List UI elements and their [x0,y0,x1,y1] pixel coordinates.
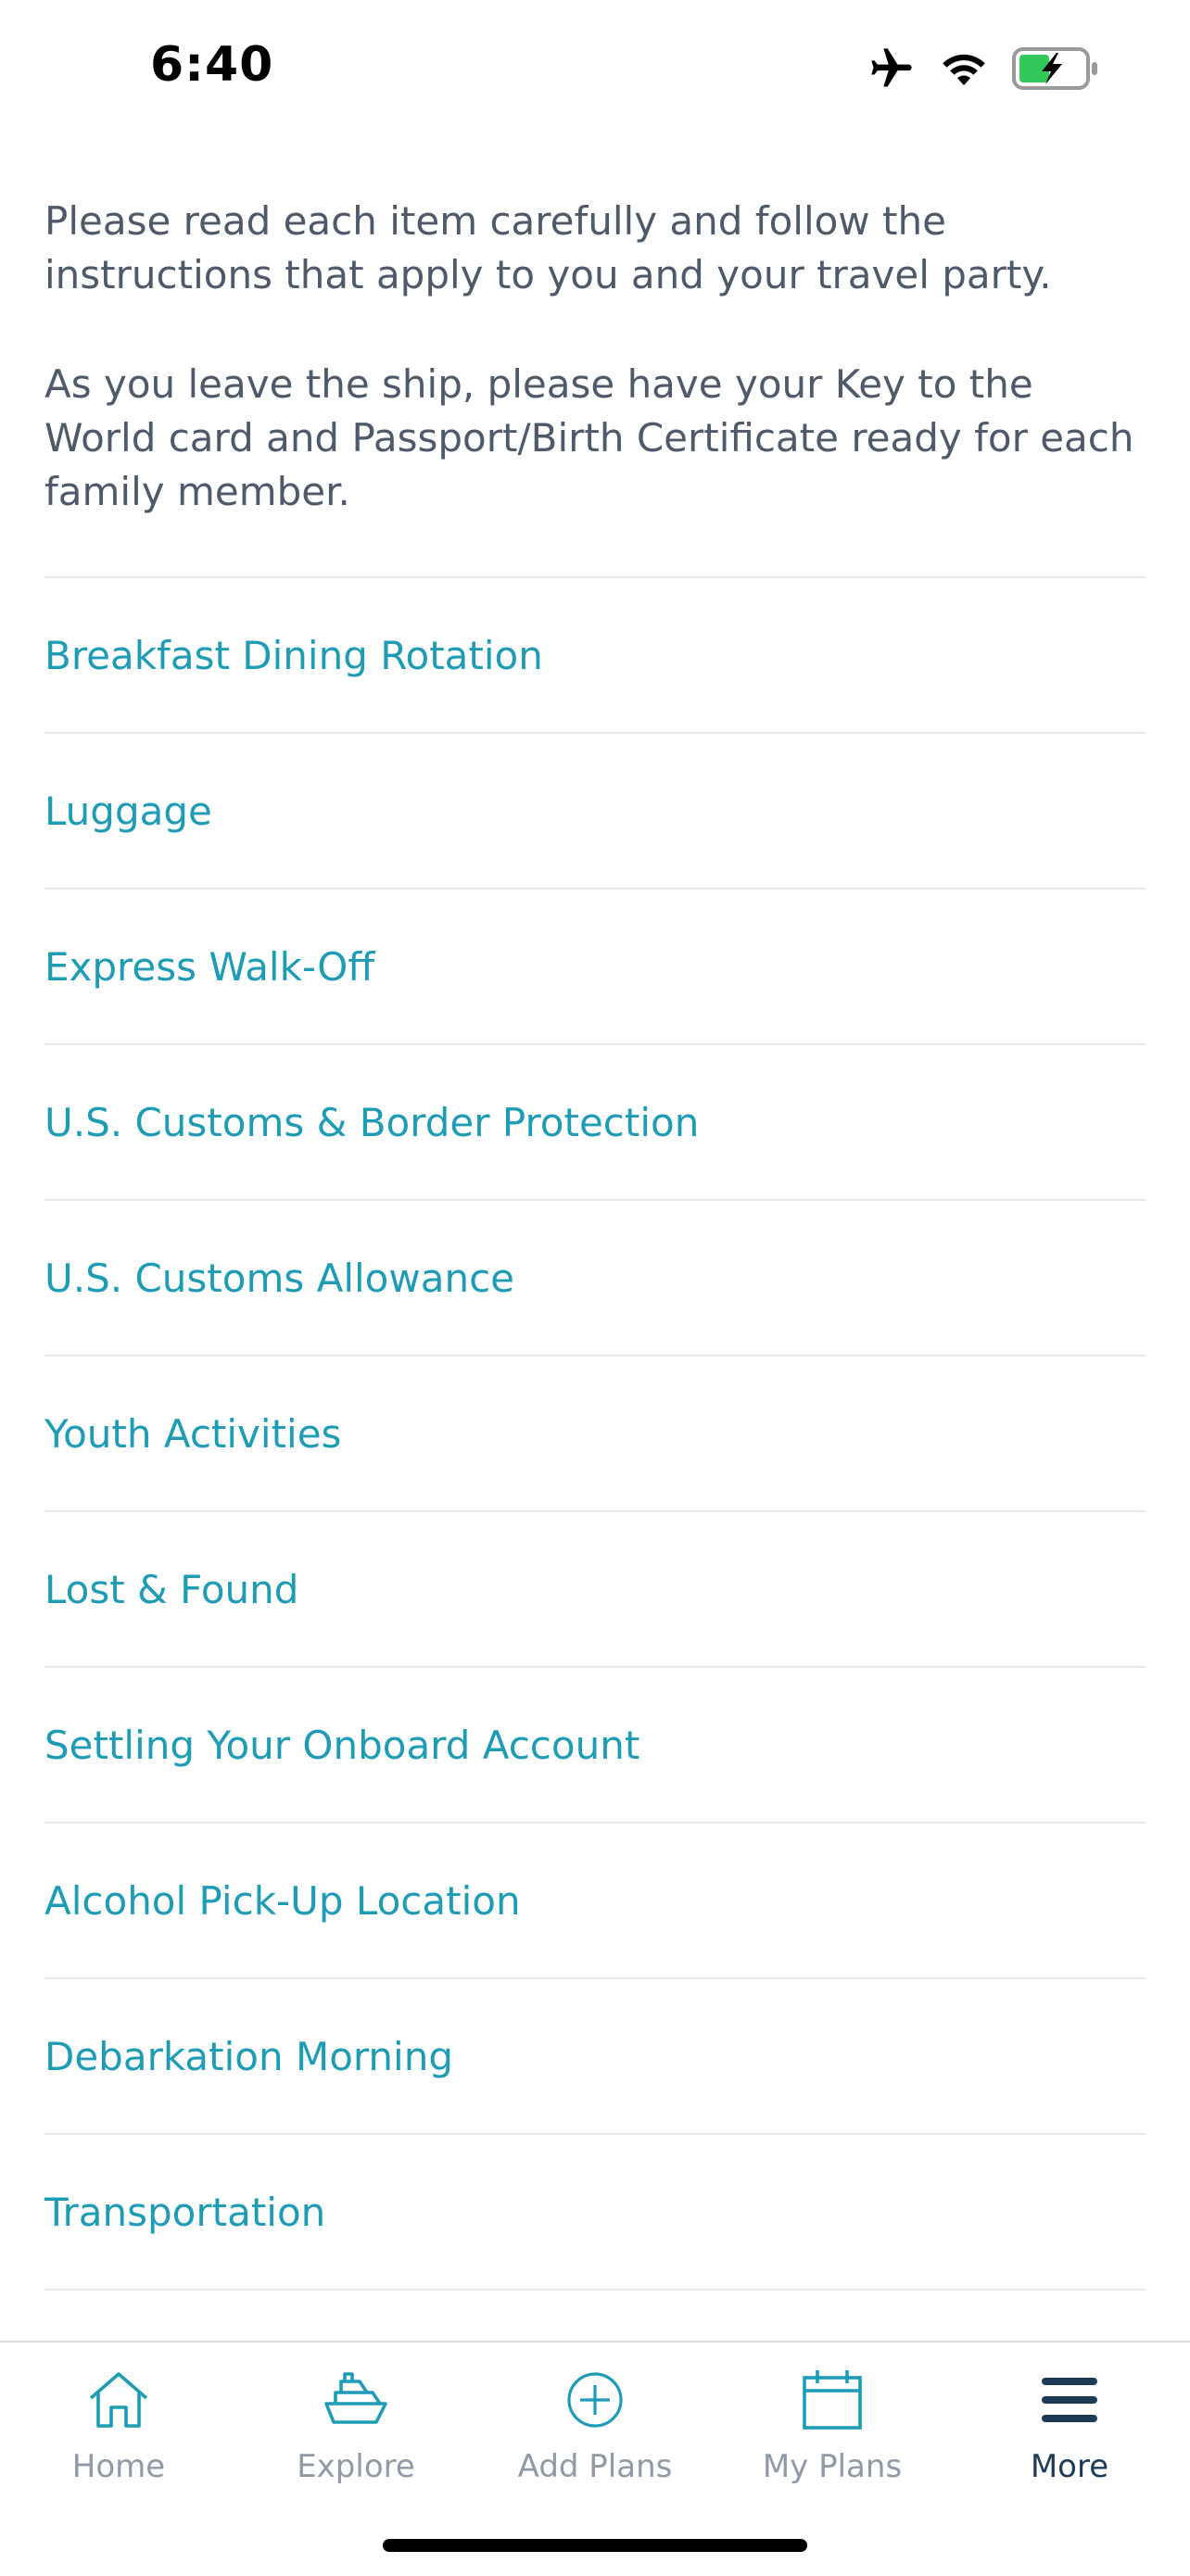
tab-label: My Plans [762,2448,903,2485]
airplane-icon [867,44,916,96]
tab-label: Explore [297,2448,415,2485]
list-item-label: U.S. Customs Allowance [44,1255,514,1301]
tab-add-plans[interactable]: Add Plans [476,2342,714,2500]
list-item-transportation[interactable]: Transportation [44,2133,1146,2291]
list-item-lost-found[interactable]: Lost & Found [44,1510,1146,1666]
tab-home[interactable]: Home [0,2342,237,2500]
tab-more[interactable]: More [951,2342,1188,2500]
list-item-label: U.S. Customs & Border Protection [44,1099,700,1145]
intro-text: Please read each item carefully and foll… [44,195,1138,519]
list-item-label: Settling Your Onboard Account [44,1722,640,1768]
list-item-debarkation-morning[interactable]: Debarkation Morning [44,1977,1146,2133]
tab-my-plans[interactable]: My Plans [714,2342,951,2500]
wifi-icon [938,48,990,93]
list-item-label: Lost & Found [44,1566,299,1612]
tab-explore[interactable]: Explore [237,2342,475,2500]
home-icon [82,2363,156,2437]
list-item-label: Luggage [44,788,212,834]
plus-circle-icon [558,2363,632,2437]
list-item-us-customs-border-protection[interactable]: U.S. Customs & Border Protection [44,1043,1146,1199]
status-icons [867,44,1101,96]
list-item-breakfast-dining-rotation[interactable]: Breakfast Dining Rotation [44,576,1146,732]
list-item-label: Transportation [44,2189,326,2235]
calendar-icon [795,2363,869,2437]
list-item-us-customs-allowance[interactable]: U.S. Customs Allowance [44,1199,1146,1355]
status-time: 6:40 [150,37,274,93]
menu-icon [1032,2363,1107,2437]
battery-charging-icon [1012,47,1101,94]
tab-label: Add Plans [517,2448,673,2485]
intro-paragraph-2: As you leave the ship, please have your … [44,361,1134,514]
list-item-luggage[interactable]: Luggage [44,732,1146,888]
list-item-settling-onboard-account[interactable]: Settling Your Onboard Account [44,1666,1146,1822]
list-item-express-walk-off[interactable]: Express Walk-Off [44,888,1146,1043]
status-bar: 6:40 [0,0,1190,139]
list-item-label: Express Walk-Off [44,943,375,990]
list-item-youth-activities[interactable]: Youth Activities [44,1355,1146,1510]
list-item-label: Debarkation Morning [44,2033,453,2079]
section-list: Breakfast Dining Rotation Luggage Expres… [44,576,1146,2291]
tab-label: Home [71,2448,166,2485]
list-item-label: Breakfast Dining Rotation [44,632,543,678]
tab-label: More [1030,2448,1109,2485]
ship-icon [319,2363,393,2437]
list-item-label: Youth Activities [44,1410,342,1457]
list-item-alcohol-pick-up-location[interactable]: Alcohol Pick-Up Location [44,1822,1146,1977]
list-item-label: Alcohol Pick-Up Location [44,1877,521,1924]
intro-paragraph-1: Please read each item carefully and foll… [44,198,1052,297]
home-indicator[interactable] [383,2539,807,2552]
